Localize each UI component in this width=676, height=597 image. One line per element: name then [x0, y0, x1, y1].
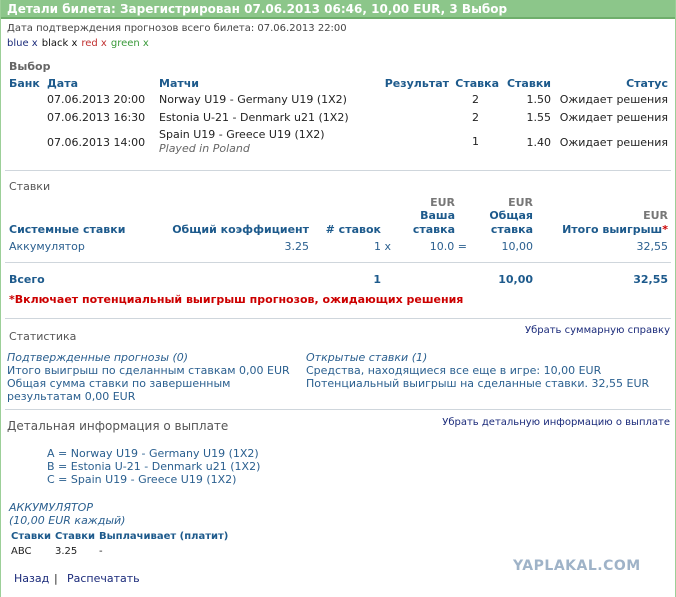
ticket-details: Детали билета: Зарегистрирован 07.06.201…	[0, 0, 676, 597]
divider	[5, 262, 671, 263]
back-link[interactable]: Назад	[14, 572, 49, 585]
divider	[5, 409, 671, 410]
total-win-stat: Итого выигрыш по сделанным ставкам 0,00 …	[7, 364, 290, 377]
row-status: Ожидает решения	[559, 93, 668, 106]
your-stake-h1: Ваша	[420, 209, 455, 222]
print-link[interactable]: Распечатать	[67, 572, 140, 585]
payout-col-1: Ставки	[11, 531, 52, 542]
row-date: 07.06.2013 20:00	[47, 93, 146, 106]
total-stake-h1: Общая	[489, 209, 533, 222]
color-option[interactable]: black x	[42, 38, 78, 49]
col-match: Матчи	[159, 77, 200, 90]
row-status: Ожидает решения	[559, 111, 668, 124]
total-stake-currency: EUR	[508, 196, 533, 209]
col-result: Результат	[384, 77, 449, 90]
payout-each: (10,00 EUR каждый)	[9, 514, 126, 527]
color-option[interactable]: blue x	[7, 38, 38, 49]
bet-stake: 10.0 =	[429, 240, 467, 253]
col-system: Системные ставки	[9, 223, 126, 236]
payout-col-3: Выплачивает (платит)	[99, 531, 229, 542]
row-odds: 1.50	[526, 93, 552, 106]
bet-num: 1 x	[373, 240, 391, 253]
payout-type: АККУМУЛЯТОР	[9, 501, 93, 514]
row-result: 2	[472, 93, 479, 106]
legend-a: A = Norway U19 - Germany U19 (1X2)	[47, 447, 259, 460]
color-option[interactable]: red x	[81, 38, 107, 49]
in-play-stat: Средства, находящиеся все еще в игре: 10…	[306, 364, 602, 377]
legend-b: B = Estonia U-21 - Denmark u21 (1X2)	[47, 460, 261, 473]
col-win-label: Итого выигрыш	[562, 223, 663, 236]
total-stake-h2: ставка	[490, 223, 533, 236]
sum-label: Всего	[9, 273, 45, 286]
col-win: Итого выигрыш*	[562, 223, 668, 236]
bet-odds: 3.25	[284, 240, 310, 253]
divider	[5, 170, 671, 171]
sum-win: 32,55	[633, 273, 668, 286]
bets-title: Ставки	[9, 180, 51, 193]
hide-summary-link[interactable]: Убрать суммарную справку	[525, 324, 670, 337]
ticket-title: Детали билета: Зарегистрирован 07.06.201…	[1, 0, 675, 19]
watermark: YAPLAKAL.COM	[513, 558, 641, 574]
total-stake-stat-1: Общая сумма ставки по завершенным	[7, 377, 231, 390]
open-bets: Открытые ставки (1)	[306, 351, 428, 364]
sum-num: 1	[373, 273, 381, 286]
legend-c: C = Spain U19 - Greece U19 (1X2)	[47, 473, 237, 486]
payout-combo: ABC	[11, 546, 32, 557]
hide-payout-link[interactable]: Убрать детальную информацию о выплате	[442, 416, 670, 429]
col-total-odds: Общий коэффициент	[172, 223, 309, 236]
row-match: Estonia U-21 - Denmark u21 (1X2)	[159, 111, 349, 124]
row-match: Norway U19 - Germany U19 (1X2)	[159, 93, 347, 106]
footer-separator: |	[54, 572, 58, 585]
row-odds: 1.40	[526, 136, 552, 149]
your-stake-currency: EUR	[430, 196, 455, 209]
divider	[5, 318, 671, 319]
payout-odds: 3.25	[55, 546, 78, 557]
row-note: Played in Poland	[159, 142, 250, 155]
bet-type: Аккумулятор	[9, 240, 85, 253]
row-match: Spain U19 - Greece U19 (1X2)	[159, 128, 325, 141]
col-status: Статус	[626, 77, 668, 90]
win-currency: EUR	[643, 209, 668, 222]
stats-title: Статистика	[9, 330, 77, 343]
potential-win-stat: Потенциальный выигрыш на сделанные ставк…	[306, 377, 650, 390]
total-stake-stat-2: результатам 0,00 EUR	[7, 390, 136, 403]
payout-amount: -	[99, 546, 103, 557]
row-status: Ожидает решения	[559, 136, 668, 149]
col-stake: Ставка	[455, 77, 499, 90]
bet-total: 10,00	[501, 240, 534, 253]
payout-col-2: Ставки	[55, 531, 96, 542]
col-bank: Банк	[9, 77, 40, 90]
col-odds: Ставки	[506, 77, 551, 90]
color-option[interactable]: green x	[111, 38, 149, 49]
row-date: 07.06.2013 16:30	[47, 111, 146, 124]
row-result: 1	[472, 135, 479, 148]
row-odds: 1.55	[526, 111, 552, 124]
potential-note: *Включает потенциальный выигрыш прогнозо…	[9, 293, 464, 306]
col-num: # ставок	[325, 223, 381, 236]
row-result: 2	[472, 111, 479, 124]
payout-title: Детальная информация о выплате	[7, 419, 229, 433]
asterisk: *	[662, 223, 668, 236]
selection-title: Выбор	[9, 60, 51, 73]
bet-win: 32,55	[636, 240, 669, 253]
your-stake-h2: ставка	[412, 223, 455, 236]
confirm-date: Дата подтверждения прогнозов всего билет…	[7, 23, 347, 34]
confirmed-predictions: Подтвержденные прогнозы (0)	[7, 351, 189, 364]
row-date: 07.06.2013 14:00	[47, 136, 146, 149]
color-options: blue x black x red x green x	[7, 37, 153, 50]
col-date: Дата	[47, 77, 79, 90]
sum-total: 10,00	[498, 273, 533, 286]
